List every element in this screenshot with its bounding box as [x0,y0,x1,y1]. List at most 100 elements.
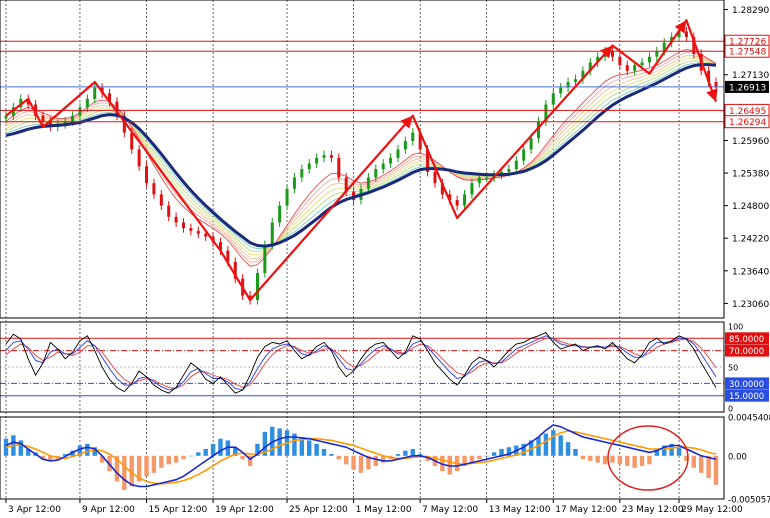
macd-axis-label: 0.00 [728,452,747,462]
price-candle-body [684,31,688,38]
macd-histogram-bar [151,455,157,473]
time-tick-label: 13 May 12:00 [489,505,551,515]
macd-histogram-bar [336,455,342,460]
price-candle-body [618,56,622,66]
price-candle-body [463,194,467,206]
macd-histogram-bar [676,447,682,456]
price-candle-body [374,169,378,178]
price-candle-body [411,132,415,142]
macd-histogram-bar [181,455,186,460]
price-candle-body [522,149,526,161]
time-tick-label: 9 Apr 12:00 [82,505,135,515]
macd-histogram-bar [85,443,90,456]
macd-histogram-bar [484,455,489,457]
macd-histogram-bar [159,455,164,468]
stoch-level-label: 15.0000 [729,392,764,402]
price-candle-body [270,222,274,245]
macd-histogram-bar [713,455,719,485]
level-price-label: 1.27548 [729,48,766,58]
macd-histogram-bar [491,452,497,456]
price-tick-label: 1.25380 [732,170,769,180]
price-candle-body [433,171,437,184]
macd-histogram-bar [373,455,379,467]
price-candle-body [485,177,489,179]
price-candle-body [145,166,149,184]
price-candle-body [196,230,200,234]
price-tick-label: 1.24220 [732,235,769,245]
price-candle-body [300,169,304,178]
time-tick-label: 1 May 12:00 [356,505,412,515]
price-tick-label: 1.23640 [732,267,769,277]
macd-histogram-bar [602,455,608,465]
price-candle-body [315,157,319,164]
macd-histogram-bar [565,442,571,456]
price-candle-body [137,149,141,167]
price-candle-body [78,107,82,116]
macd-histogram-bar [573,448,578,456]
current-price-label: 1.26913 [729,83,766,93]
macd-histogram-bar [314,443,319,456]
price-candle-body [610,51,614,57]
stoch-level-label: 30.0000 [729,380,764,390]
price-candle-body [255,273,259,301]
stoch-level-label: 85.0000 [729,335,764,345]
macd-histogram-bar [639,455,645,467]
price-candle-body [182,222,185,229]
price-candle-body [337,157,341,178]
price-candle-body [573,79,577,83]
stoch-axis-label: 0 [728,405,733,414]
price-tick-label: 1.23060 [732,300,769,310]
price-tick-label: 1.28290 [732,6,769,16]
stoch-axis-label: 50 [728,364,738,373]
macd-histogram-bar [343,455,349,465]
price-candle-body [152,183,156,195]
price-candle-body [551,93,555,105]
price-candle-body [655,51,659,57]
macd-histogram-bar [617,455,623,465]
price-candle-body [263,244,267,274]
stoch-axis-label: 100 [728,323,743,332]
price-candle-body [470,183,474,195]
macd-histogram-bar [218,438,223,456]
price-candle-body [625,65,629,71]
macd-histogram-bar [403,450,408,456]
macd-histogram-bar [558,435,563,456]
time-tick-label: 19 Apr 12:00 [215,505,274,515]
price-candle-body [640,62,644,66]
price-candle-body [159,194,163,206]
macd-histogram-bar [647,455,652,465]
level-price-label: 1.26294 [729,118,766,128]
macd-histogram-bar [307,440,312,456]
macd-histogram-bar [144,455,149,477]
price-candle-body [647,56,651,63]
macd-axis-label: -0.0050577 [728,496,770,506]
macd-histogram-bar [188,455,194,457]
macd-histogram-bar [691,455,697,468]
macd-histogram-bar [240,455,245,460]
macd-histogram-bar [196,452,201,456]
price-candle-body [477,177,481,184]
macd-histogram-bar [706,455,711,479]
price-candle-body [130,132,134,150]
price-candle-body [455,200,459,206]
macd-histogram-bar [477,455,482,460]
time-tick-label: 23 May 12:00 [622,505,684,515]
price-candle-body [41,115,45,122]
price-candle-body [204,233,208,237]
macd-histogram-bar [610,455,615,463]
macd-histogram-bar [632,455,637,468]
macd-histogram-bar [166,455,171,465]
price-candle-body [167,205,171,217]
macd-histogram-bar [173,455,179,463]
macd-histogram-bar [588,455,593,461]
price-candle-body [396,149,400,158]
macd-histogram-bar [595,455,600,463]
macd-axis-label: 0.0045408 [728,414,770,424]
price-candle-body [292,177,296,189]
price-candle-body [85,98,89,108]
time-tick-label: 29 May 12:00 [681,505,743,515]
time-tick-label: 17 May 12:00 [555,505,617,515]
price-candle-body [633,65,637,71]
macd-histogram-bar [410,448,415,456]
chart-area[interactable]: 1.282901.277101.271301.265501.259601.253… [0,0,770,518]
